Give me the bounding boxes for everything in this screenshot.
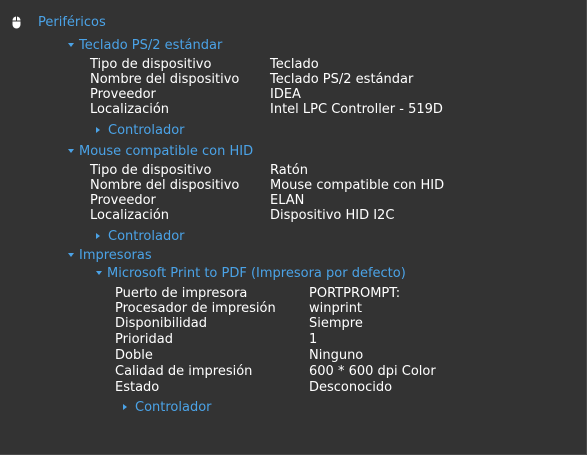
expand-arrow-icon — [96, 270, 102, 275]
collapsed-arrow-icon — [96, 232, 100, 239]
printer-title: Microsoft Print to PDF (Impresora por de… — [107, 266, 406, 281]
expand-arrow-icon — [68, 148, 74, 153]
property-row: Estado Desconocido — [115, 379, 575, 396]
mouse-driver-link[interactable]: Controlador — [96, 228, 185, 245]
property-label: Calidad de impresión — [115, 364, 253, 379]
tree-node-print-to-pdf[interactable]: Microsoft Print to PDF (Impresora por de… — [96, 265, 406, 282]
expand-arrow-icon — [68, 42, 74, 47]
property-row: Disponibilidad Siempre — [115, 315, 575, 332]
keyboard-driver-link[interactable]: Controlador — [96, 122, 185, 139]
property-row: Localización Dispositivo HID I2C — [90, 207, 570, 224]
property-row: Localización Intel LPC Controller - 519D — [90, 101, 570, 118]
property-label: Estado — [115, 380, 160, 395]
property-label: Doble — [115, 348, 153, 363]
property-value: Intel LPC Controller - 519D — [270, 102, 443, 117]
device-tree-panel: Periféricos Teclado PS/2 estándar Tipo d… — [0, 0, 587, 455]
driver-label: Controlador — [135, 400, 212, 415]
property-row: Prioridad 1 — [115, 331, 575, 348]
printers-title: Impresoras — [79, 248, 152, 263]
property-label: Prioridad — [115, 332, 173, 347]
property-row: Calidad de impresión 600 * 600 dpi Color — [115, 363, 575, 380]
tree-node-keyboard[interactable]: Teclado PS/2 estándar — [68, 37, 222, 54]
tree-node-printers[interactable]: Impresoras — [68, 247, 152, 264]
property-value: Siempre — [309, 316, 363, 331]
perifericos-label: Periféricos — [38, 15, 106, 30]
property-label: Localización — [90, 208, 170, 223]
printer-driver-link[interactable]: Controlador — [123, 399, 212, 416]
mouse-icon — [12, 16, 21, 29]
property-value: Dispositivo HID I2C — [270, 208, 395, 223]
tree-node-mouse[interactable]: Mouse compatible con HID — [68, 143, 253, 160]
collapsed-arrow-icon — [96, 126, 100, 133]
expand-arrow-icon — [68, 252, 74, 257]
tree-node-perifericos[interactable]: Periféricos — [38, 14, 106, 31]
property-value: Ninguno — [309, 348, 364, 363]
mouse-title: Mouse compatible con HID — [79, 144, 254, 159]
property-label: Disponibilidad — [115, 316, 208, 331]
property-value: Desconocido — [309, 380, 393, 395]
collapsed-arrow-icon — [123, 403, 127, 410]
keyboard-title: Teclado PS/2 estándar — [79, 38, 223, 53]
property-value: 600 * 600 dpi Color — [309, 364, 436, 379]
driver-label: Controlador — [108, 123, 185, 138]
property-label: Localización — [90, 102, 170, 117]
property-value: 1 — [309, 332, 318, 347]
property-row: Doble Ninguno — [115, 347, 575, 364]
driver-label: Controlador — [108, 229, 185, 244]
